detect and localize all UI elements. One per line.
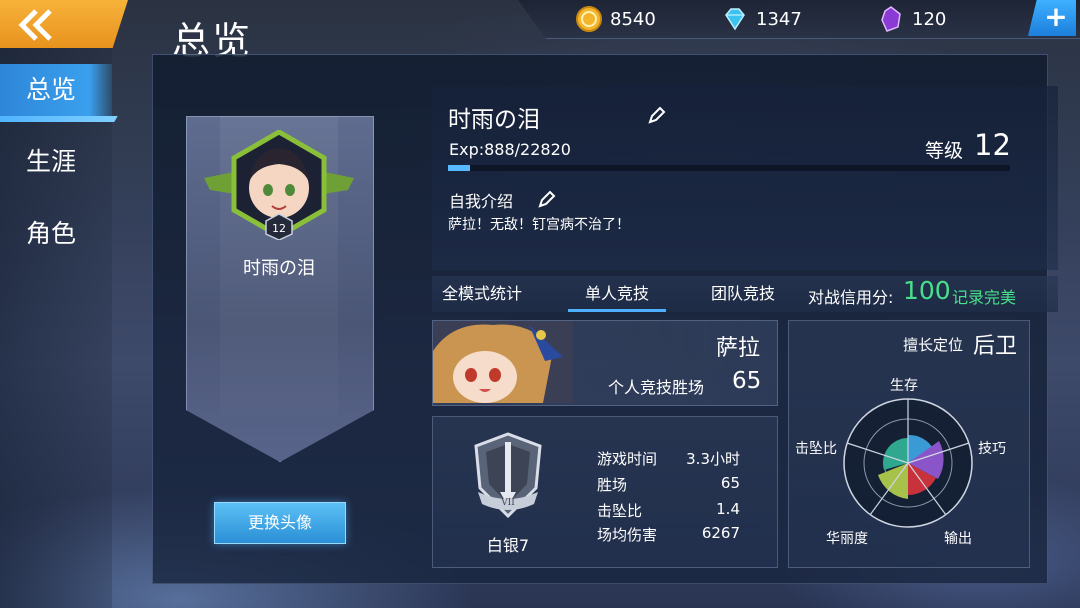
stat-value-damage: 6267	[701, 524, 740, 542]
stat-label-damage: 场均伤害	[597, 526, 658, 544]
gold-amount: 8540	[610, 8, 656, 30]
level-value: 12	[974, 128, 1011, 162]
hero-portrait	[433, 321, 573, 403]
double-chevron-left-icon	[18, 9, 52, 41]
position-label: 擅长定位	[903, 336, 964, 354]
gold-currency: 8540	[576, 4, 656, 34]
edit-intro-pencil-icon[interactable]	[538, 190, 556, 208]
rating-note: 记录完美	[952, 288, 1017, 307]
tab-all-modes[interactable]: 全模式统计	[432, 276, 532, 312]
position-value: 后卫	[973, 334, 1018, 359]
add-currency-button[interactable]: +	[1028, 0, 1076, 36]
hero-wins-label: 个人竞技胜场	[608, 378, 705, 397]
sidebar-item-character[interactable]: 角色	[0, 208, 112, 260]
exp-text: Exp:888/22820	[449, 140, 571, 159]
intro-label: 自我介绍	[449, 192, 514, 211]
intro-text: 萨拉！无敌！钉宫病不治了！	[448, 217, 630, 233]
rating-label: 对战信用分:	[808, 288, 894, 307]
stat-value-playtime: 3.3小时	[686, 450, 740, 468]
diamond-amount: 1347	[756, 8, 802, 30]
plus-icon: +	[1044, 0, 1068, 33]
hero-name: 萨拉	[716, 336, 761, 361]
stat-value-kd: 1.4	[716, 500, 740, 518]
rating-value: 100	[903, 276, 951, 305]
sidebar-item-overview[interactable]: 总览	[0, 64, 112, 116]
stat-label-playtime: 游戏时间	[597, 450, 658, 468]
sidebar-item-career[interactable]: 生涯	[0, 136, 112, 188]
edit-name-pencil-icon[interactable]	[648, 106, 666, 124]
stat-label-kd: 击坠比	[597, 502, 643, 520]
silver-rank-badge-icon: VII	[474, 432, 542, 518]
position-radar-chart	[843, 398, 973, 528]
stat-value-wins: 65	[720, 474, 740, 492]
avatar-name: 时雨の泪	[243, 258, 315, 279]
radar-axis-flair: 华丽度	[826, 531, 868, 547]
exp-bar-fill	[448, 165, 470, 171]
svg-text:VII: VII	[500, 498, 515, 508]
crystal-currency: 120	[878, 4, 946, 34]
level-label: 等级	[925, 140, 964, 162]
hero-wins-value: 65	[732, 368, 762, 394]
diamond-icon	[725, 8, 745, 31]
radar-axis-survival: 生存	[890, 378, 918, 394]
player-name: 时雨の泪	[448, 107, 540, 133]
avatar[interactable]: 12	[204, 130, 354, 240]
currency-bar: 8540 1347 120 +	[518, 0, 1080, 39]
back-button[interactable]	[0, 0, 128, 48]
radar-axis-damage: 输出	[944, 531, 972, 547]
radar-axis-kd: 击坠比	[795, 441, 837, 457]
avatar-level: 12	[272, 222, 286, 235]
diamond-currency: 1347	[722, 4, 802, 34]
purple-crystal-icon	[881, 6, 901, 32]
crystal-amount: 120	[912, 8, 947, 30]
tab-team[interactable]: 团队竞技	[694, 276, 792, 312]
stat-label-wins: 胜场	[597, 476, 628, 494]
change-avatar-button[interactable]: 更换头像	[214, 502, 346, 544]
rank-name: 白银7	[486, 536, 530, 555]
tab-solo[interactable]: 单人竞技	[568, 276, 666, 312]
gold-coin-icon	[576, 6, 602, 32]
exp-bar	[448, 165, 1010, 171]
radar-axis-skill: 技巧	[978, 441, 1006, 457]
